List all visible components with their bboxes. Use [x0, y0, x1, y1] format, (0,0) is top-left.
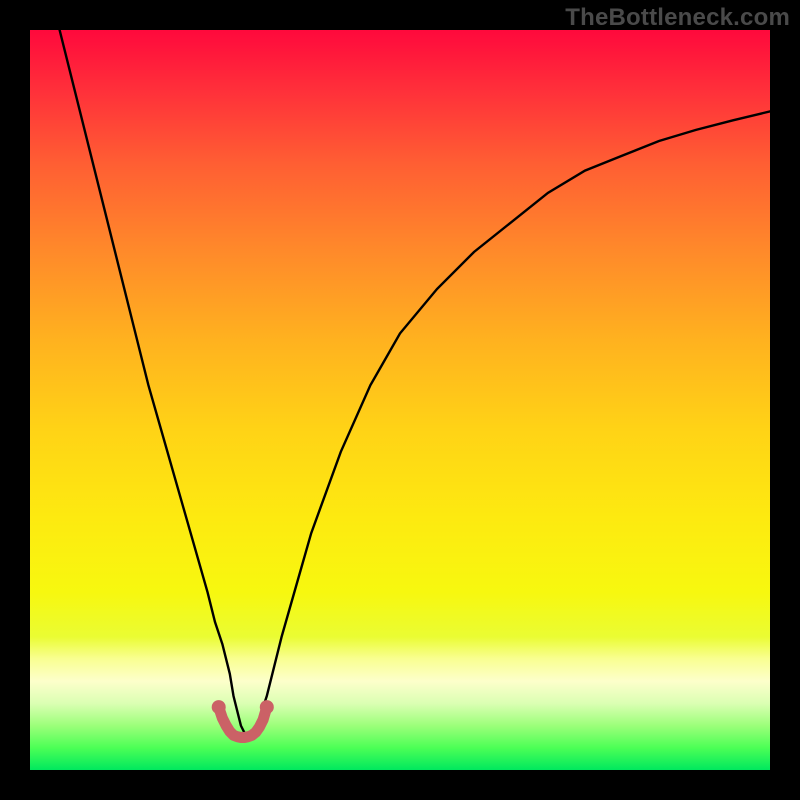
chart-container: TheBottleneck.com — [0, 0, 800, 800]
bottom-red-dot — [212, 700, 226, 714]
chart-svg — [30, 30, 770, 770]
bottom-red-dot — [260, 700, 274, 714]
watermark-text: TheBottleneck.com — [565, 4, 790, 32]
bottom-red-dots — [212, 700, 274, 714]
curve-group — [60, 30, 770, 737]
plot-area — [30, 30, 770, 770]
bottom-red-curve — [219, 707, 267, 737]
bottleneck-curve-path — [60, 30, 770, 733]
